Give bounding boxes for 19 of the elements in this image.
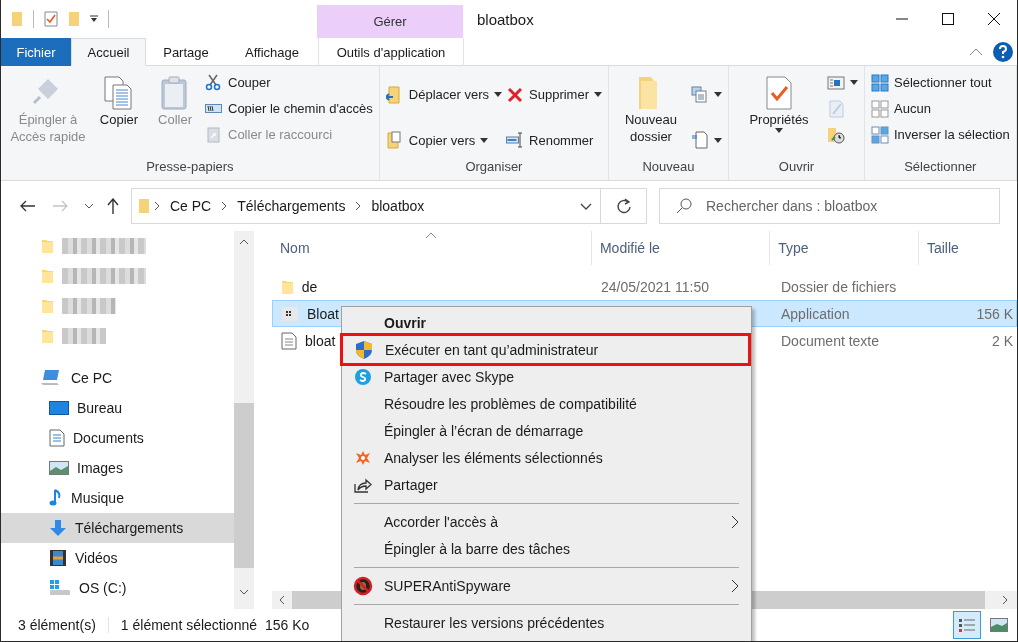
file-name: bloat bbox=[305, 332, 336, 349]
file-type: Application bbox=[781, 305, 850, 322]
file-type: Document texte bbox=[781, 332, 880, 349]
file-name: Bloat bbox=[307, 305, 339, 322]
group-label: Sélectionner bbox=[903, 158, 978, 176]
file-size: 2 K bbox=[992, 332, 1013, 349]
window-title: bloatbox bbox=[476, 9, 535, 30]
file-name: de bbox=[301, 278, 318, 295]
group-label: Presse-papiers bbox=[145, 158, 235, 176]
selection-size: 156 Ko bbox=[265, 617, 310, 633]
contextual-group-label: Gérer bbox=[317, 5, 463, 38]
file-type: Dossier de fichiers bbox=[781, 278, 897, 295]
file-size: 156 K bbox=[976, 305, 1013, 322]
group-label: Nouveau bbox=[641, 158, 696, 176]
selection-info: 1 élément sélectionné bbox=[120, 617, 257, 633]
item-count: 3 élément(s) bbox=[18, 617, 96, 633]
group-label: Ouvrir bbox=[777, 158, 816, 176]
group-label: Organiser bbox=[464, 158, 524, 176]
modified-date: 24/05/2021 11:50 bbox=[601, 278, 709, 295]
